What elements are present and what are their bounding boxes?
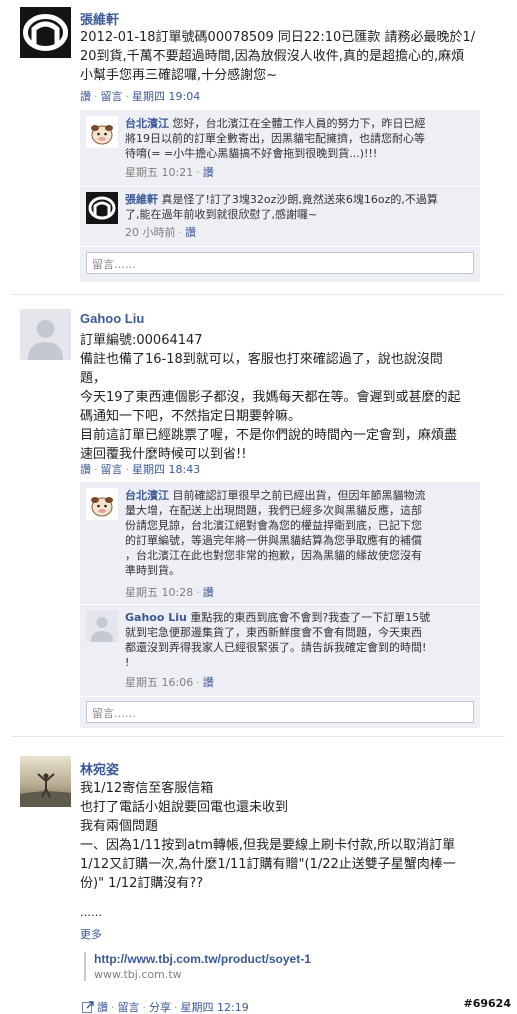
comment-timestamp[interactable]: 星期五 16:06	[125, 676, 193, 689]
comment-timestamp[interactable]: 20 小時前	[125, 226, 176, 239]
comment-meta: 星期五 10:21 · 讚	[125, 166, 214, 179]
watermark-id: #69624	[463, 997, 512, 1010]
comment-text: 台北濱江 您好，台北濱江在全體工作人員的努力下，昨日已經 將19日以前的訂單全數…	[125, 117, 426, 160]
comment-meta: 20 小時前 · 讚	[125, 226, 196, 239]
comments-section: 台北濱江 您好，台北濱江在全體工作人員的努力下，昨日已經 將19日以前的訂單全數…	[80, 110, 480, 282]
post-3: 林宛姿 我1/12寄信至客服信箱 也打了電話小姐說要回電也還未收到 我有兩個問題…	[0, 748, 517, 1014]
like-link[interactable]: 讚	[203, 676, 214, 689]
comment-author[interactable]: Gahoo Liu	[125, 611, 187, 624]
comment-avatar[interactable]	[86, 610, 118, 642]
post-2: Gahoo Liu 訂單編號:00064147 備註也備了16-18到就可以，客…	[0, 300, 517, 730]
link-domain: www.tbj.com.tw	[94, 968, 182, 981]
post-text: 我1/12寄信至客服信箱 也打了電話小姐說要回電也還未收到 我有兩個問題 一、因…	[80, 781, 456, 891]
post-author[interactable]: 張維軒	[80, 9, 119, 28]
comment-item: 台北濱江 您好，台北濱江在全體工作人員的努力下，昨日已經 將19日以前的訂單全數…	[80, 110, 480, 180]
like-link[interactable]: 讚	[203, 586, 214, 599]
see-more-link: 更多	[80, 926, 102, 942]
comment-link[interactable]: 留言	[101, 90, 123, 103]
comment-text: Gahoo Liu 重點我的東西到底會不會到?我查了一下訂單15號 就到宅急便那…	[125, 611, 431, 669]
post-divider	[12, 736, 505, 737]
link-share-icon	[82, 1001, 94, 1013]
share-link[interactable]: 分享	[149, 1001, 171, 1014]
post-divider	[12, 294, 505, 295]
ellipsis: ……	[80, 906, 102, 919]
post-text: 2012-01-18訂單號碼00078509 同日22:10已匯款 請務必最晚於…	[80, 30, 476, 83]
comment-avatar[interactable]	[86, 488, 118, 520]
comment-input[interactable]: 留言……	[86, 252, 474, 274]
avatar[interactable]	[20, 7, 71, 58]
comment-meta: 星期五 10:28 · 讚	[125, 586, 214, 599]
comment-avatar[interactable]	[86, 192, 118, 224]
comment-author[interactable]: 台北濱江	[125, 489, 169, 502]
comment-link[interactable]: 留言	[101, 463, 123, 476]
comment-text: 張維軒 真是怪了!訂了3塊32oz沙朗,竟然送來6塊16oz的,不過算 了,能在…	[125, 193, 438, 221]
comment-text: 台北濱江 目前確認訂單很早之前已經出貨，但因年節黑貓物流 量大增，在配送上出現問…	[125, 489, 426, 577]
comments-section: 台北濱江 目前確認訂單很早之前已經出貨，但因年節黑貓物流 量大增，在配送上出現問…	[80, 482, 480, 728]
comment-item: 台北濱江 目前確認訂單很早之前已經出貨，但因年節黑貓物流 量大增，在配送上出現問…	[80, 482, 480, 600]
divider	[80, 186, 480, 187]
post-1: 張維軒 2012-01-18訂單號碼00078509 同日22:10已匯款 請務…	[0, 0, 517, 290]
divider	[80, 604, 480, 605]
divider	[80, 246, 480, 247]
like-link[interactable]: 讚	[185, 226, 196, 239]
comment-item: 張維軒 真是怪了!訂了3塊32oz沙朗,竟然送來6塊16oz的,不過算 了,能在…	[80, 188, 480, 244]
link-title[interactable]: http://www.tbj.com.tw/product/soyet-1	[94, 952, 480, 966]
like-link[interactable]: 讚	[203, 166, 214, 179]
comment-author[interactable]: 張維軒	[125, 193, 158, 206]
post-actions: 讚 · 留言 · 星期四 19:04	[80, 90, 201, 103]
comment-link[interactable]: 留言	[118, 1001, 140, 1014]
post-timestamp[interactable]: 星期四 12:19	[181, 1001, 249, 1014]
avatar[interactable]	[20, 309, 71, 360]
comment-timestamp[interactable]: 星期五 10:28	[125, 586, 193, 599]
more-link[interactable]: 更多	[80, 928, 102, 941]
post-author[interactable]: Gahoo Liu	[80, 311, 144, 326]
post-actions: 讚 · 留言 · 分享 · 星期四 12:19	[82, 999, 249, 1014]
like-link[interactable]: 讚	[80, 90, 91, 103]
avatar[interactable]	[20, 756, 71, 807]
post-author[interactable]: 林宛姿	[80, 759, 119, 778]
comment-avatar[interactable]	[86, 116, 118, 148]
post-timestamp[interactable]: 星期四 18:43	[132, 463, 200, 476]
link-preview[interactable]: http://www.tbj.com.tw/product/soyet-1 ww…	[84, 952, 480, 981]
post-text: 訂單編號:00064147 備註也備了16-18到就可以，客服也打來確認過了，說…	[80, 333, 461, 462]
comment-item: Gahoo Liu 重點我的東西到底會不會到?我查了一下訂單15號 就到宅急便那…	[80, 606, 480, 692]
post-timestamp[interactable]: 星期四 19:04	[132, 90, 200, 103]
divider	[80, 696, 480, 697]
like-link[interactable]: 讚	[97, 1001, 108, 1014]
comment-meta: 星期五 16:06 · 讚	[125, 676, 214, 689]
comment-input[interactable]: 留言……	[86, 701, 474, 723]
like-link[interactable]: 讚	[80, 463, 91, 476]
comment-timestamp[interactable]: 星期五 10:21	[125, 166, 193, 179]
comment-author[interactable]: 台北濱江	[125, 117, 169, 130]
post-actions: 讚 · 留言 · 星期四 18:43	[80, 463, 201, 476]
